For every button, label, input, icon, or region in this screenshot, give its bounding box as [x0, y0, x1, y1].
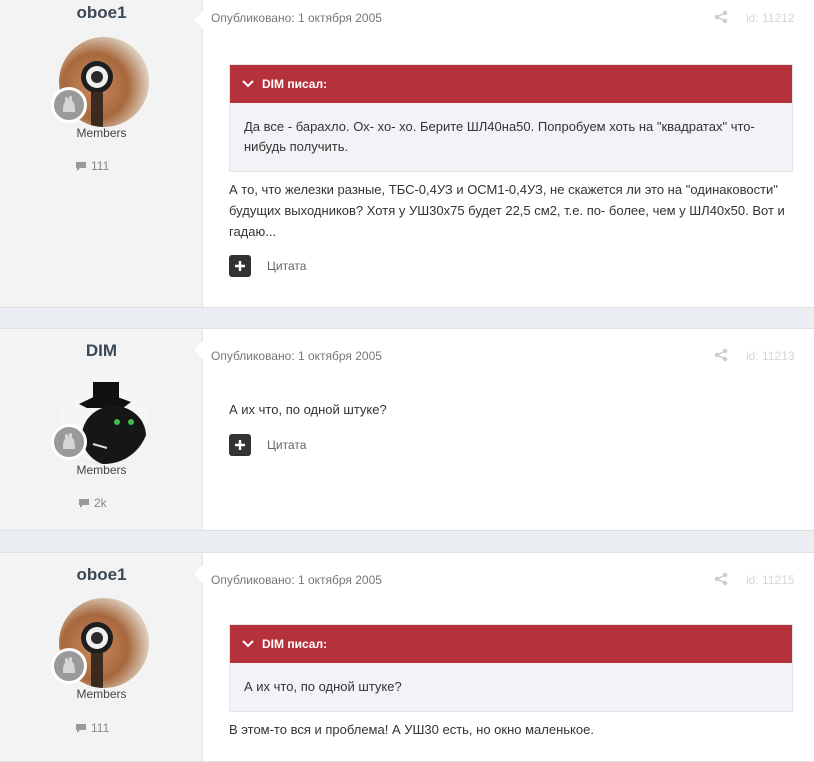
comment-icon	[76, 161, 86, 171]
post-text: А их что, по одной штуке?	[229, 402, 387, 417]
post-text: В этом-то вся и проблема! А УШ30 есть, н…	[229, 722, 594, 737]
post-count[interactable]: 2k	[78, 496, 107, 510]
quote-author: DIM писал:	[262, 637, 328, 651]
post-content: Опубликовано: 1 октября 2005 id: 11215 D…	[203, 553, 814, 761]
member-group: Members	[76, 126, 127, 140]
post-date: Опубликовано: 1 октября 2005	[211, 349, 382, 363]
post-date: Опубликовано: 1 октября 2005	[211, 573, 382, 587]
post: oboe1 Members 111 Опубликовано: 1 октябр…	[0, 0, 814, 308]
member-group: Members	[76, 687, 127, 701]
quote-text: Да все - барахло. Ох- хо- хо. Берите ШЛ4…	[244, 119, 755, 154]
author-name[interactable]: oboe1	[0, 3, 203, 23]
comment-icon	[76, 723, 86, 733]
post-count-value: 111	[91, 721, 110, 735]
post-actions: Цитата	[229, 255, 306, 277]
post-id-link[interactable]: id: 11215	[746, 573, 795, 587]
post-text: А то, что железки разные, ТБС-0,4УЗ и ОС…	[229, 182, 785, 239]
post-id-link[interactable]: id: 11213	[746, 349, 795, 363]
quote-author: DIM писал:	[262, 77, 328, 91]
post-content: Опубликовано: 1 октября 2005 id: 11212 D…	[203, 0, 814, 307]
share-icon[interactable]	[713, 347, 729, 363]
quote-header: DIM писал:	[230, 625, 792, 663]
post-count[interactable]: 111	[75, 721, 109, 735]
author-panel: oboe1 Members 111	[0, 553, 203, 761]
post-count-value: 111	[91, 159, 110, 173]
post-count[interactable]: 111	[75, 159, 109, 173]
share-icon[interactable]	[713, 571, 729, 587]
comment-icon	[79, 498, 89, 508]
chevron-down-icon[interactable]	[242, 80, 254, 88]
post: oboe1 Members 111 Опубликовано: 1 октябр…	[0, 552, 814, 762]
post-arrow	[194, 11, 203, 29]
post-date: Опубликовано: 1 октября 2005	[211, 11, 382, 25]
author-panel: DIM Members 2k	[0, 329, 203, 530]
author-name[interactable]: oboe1	[0, 565, 203, 585]
rank-badge-icon	[51, 424, 87, 460]
quote-button[interactable]: Цитата	[267, 259, 306, 273]
quote-block: DIM писал: Да все - барахло. Ох- хо- хо.…	[229, 64, 793, 172]
multiquote-button[interactable]	[229, 255, 251, 277]
rank-badge-icon	[51, 87, 87, 123]
post-content: Опубликовано: 1 октября 2005 id: 11213 А…	[203, 329, 814, 530]
plus-icon	[235, 440, 245, 450]
post-count-value: 2k	[94, 496, 107, 510]
quote-block: DIM писал: А их что, по одной штуке?	[229, 624, 793, 712]
author-name[interactable]: DIM	[0, 341, 203, 361]
post-actions: Цитата	[229, 434, 306, 456]
chevron-down-icon[interactable]	[242, 640, 254, 648]
author-panel: oboe1 Members 111	[0, 0, 203, 307]
post: DIM Members 2k Опубликовано: 1 октября 2…	[0, 328, 814, 531]
quote-header: DIM писал:	[230, 65, 792, 103]
quote-text: А их что, по одной штуке?	[244, 679, 402, 694]
plus-icon	[235, 261, 245, 271]
post-arrow	[194, 341, 203, 359]
post-arrow	[194, 565, 203, 583]
member-group: Members	[76, 463, 127, 477]
multiquote-button[interactable]	[229, 434, 251, 456]
post-id-link[interactable]: id: 11212	[746, 11, 795, 25]
quote-button[interactable]: Цитата	[267, 438, 306, 452]
share-icon[interactable]	[713, 9, 729, 25]
rank-badge-icon	[51, 648, 87, 684]
